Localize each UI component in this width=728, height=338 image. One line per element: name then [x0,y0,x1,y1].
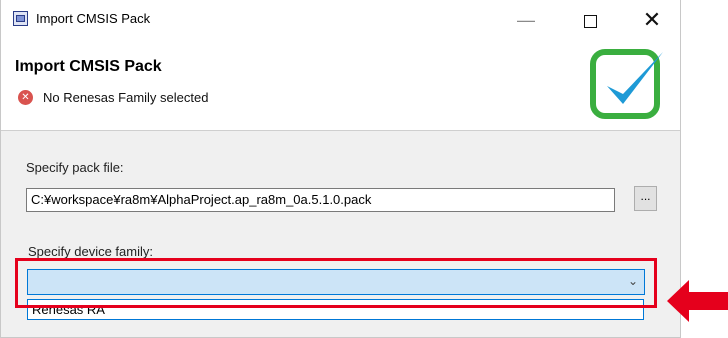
highlight-box [15,258,657,308]
red-arrow-icon [667,280,728,322]
maximize-icon [583,14,597,28]
error-message: No Renesas Family selected [43,90,209,105]
cmsis-pack-icon [13,11,28,26]
pack-file-label: Specify pack file: [26,160,124,175]
window-title: Import CMSIS Pack [36,11,151,26]
wizard-header: Import CMSIS Pack ✕ No Renesas Family se… [1,40,680,131]
maximize-button[interactable] [567,0,613,40]
minimize-button[interactable]: — [503,0,549,40]
page-title: Import CMSIS Pack [15,58,162,75]
title-bar: Import CMSIS Pack — ✕ [1,0,680,40]
checkmark-logo-icon [590,49,663,119]
close-button[interactable]: ✕ [629,0,675,40]
pack-file-input[interactable]: C:¥workspace¥ra8m¥AlphaProject.ap_ra8m_0… [26,188,615,212]
error-icon: ✕ [18,90,33,105]
device-family-label: Specify device family: [28,244,153,259]
browse-button[interactable]: ... [634,186,657,211]
